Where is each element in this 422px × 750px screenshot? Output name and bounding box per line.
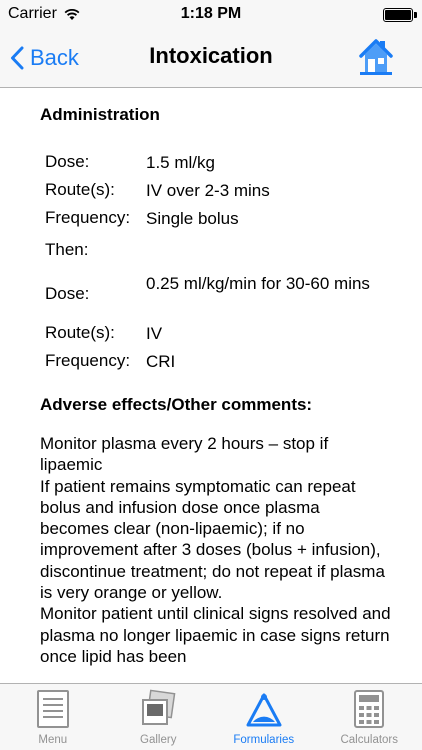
status-time: 1:18 PM <box>180 5 242 22</box>
tab-label: Calculators <box>340 734 399 746</box>
comment-paragraph: Monitor patient until clinical signs res… <box>40 604 391 666</box>
dose-row: Dose: 0.25 ml/kg/min for 30-60 mins <box>45 273 385 321</box>
gallery-icon <box>142 689 176 725</box>
chevron-left-icon <box>11 46 24 70</box>
route-value: IV over 2-3 mins <box>146 181 270 200</box>
status-bar: Carrier 1:18 PM <box>0 0 422 30</box>
frequency-value: Single bolus <box>146 209 239 228</box>
tab-label: Gallery <box>140 734 177 746</box>
comment-paragraph: If patient remains symptomatic can repea… <box>40 476 385 603</box>
battery-tip <box>414 12 417 18</box>
frequency-label: Frequency: <box>45 351 131 370</box>
route-label: Route(s): <box>45 180 115 199</box>
adverse-effects-heading: Adverse effects/Other comments: <box>40 395 313 414</box>
menu-icon <box>36 690 69 728</box>
tab-calculators[interactable]: Calculators <box>317 684 422 750</box>
then-label: Then: <box>45 240 89 259</box>
battery-level <box>385 10 411 20</box>
formularies-icon <box>246 693 282 727</box>
back-label: Back <box>30 45 79 70</box>
route-value: IV <box>146 324 163 343</box>
home-icon[interactable] <box>358 36 394 76</box>
dose-value: 0.25 ml/kg/min for 30-60 mins <box>146 274 370 293</box>
battery-icon <box>383 8 413 22</box>
adverse-effects-text: Monitor plasma every 2 hours – stop if l… <box>40 433 392 667</box>
dose-label: Dose: <box>45 284 90 303</box>
dose-label: Dose: <box>45 152 90 171</box>
comment-paragraph: Monitor plasma every 2 hours – stop if l… <box>40 434 329 475</box>
tab-menu[interactable]: Menu <box>0 684 106 750</box>
tab-gallery[interactable]: Gallery <box>106 684 212 750</box>
dose-value: 1.5 ml/kg <box>146 153 215 172</box>
tab-label: Menu <box>38 734 68 746</box>
navigation-bar: Back Intoxication <box>0 30 422 88</box>
content-area[interactable]: Administration Dose: 1.5 ml/kg Route(s):… <box>0 89 422 683</box>
back-button[interactable]: Back <box>10 42 79 74</box>
tab-formularies[interactable]: Formularies <box>211 684 317 750</box>
tab-bar: Menu Gallery Formularies Calculators <box>0 683 422 750</box>
frequency-value: CRI <box>146 352 176 371</box>
frequency-label: Frequency: <box>45 208 131 227</box>
route-label: Route(s): <box>45 323 115 342</box>
calculator-icon <box>354 690 385 728</box>
tab-label: Formularies <box>233 734 295 746</box>
administration-heading: Administration <box>40 105 160 124</box>
